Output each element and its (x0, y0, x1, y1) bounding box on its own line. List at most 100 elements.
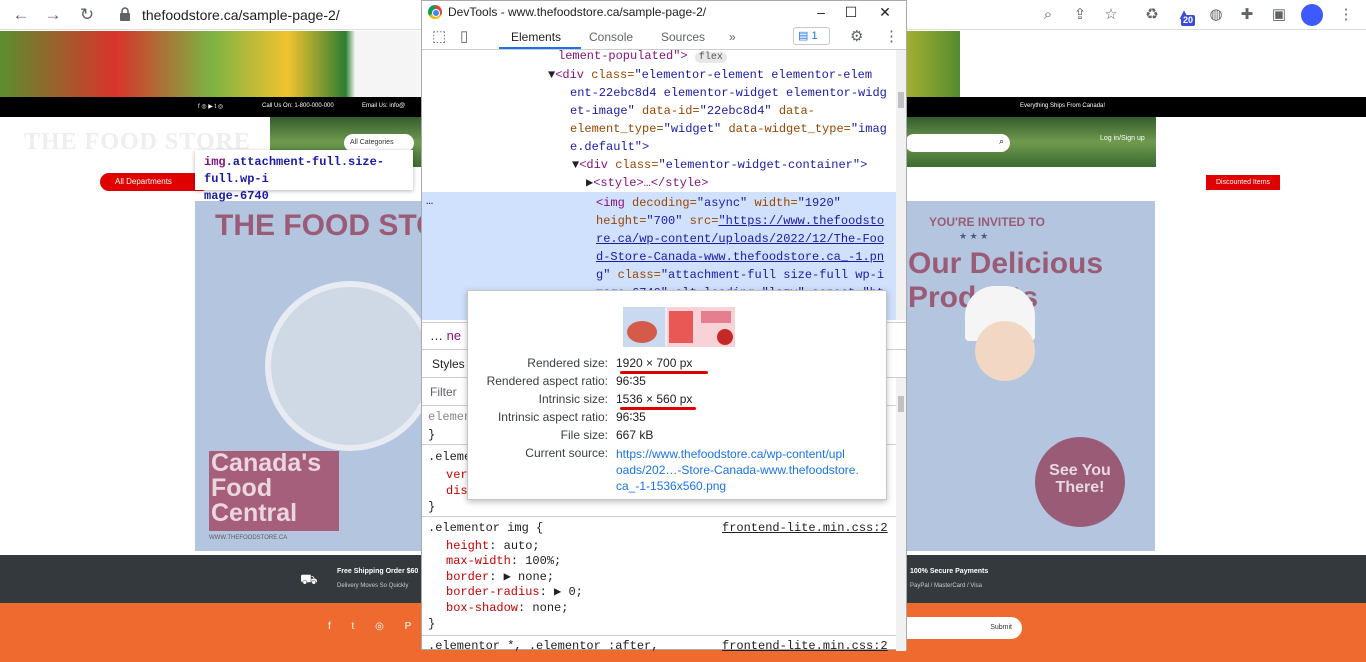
dom-attr[interactable]: class= (591, 68, 634, 82)
dom-src-link[interactable]: re.ca/wp-content/uploads/2022/12/The-Foo (596, 232, 884, 246)
style-rule-selector[interactable]: .elementor img { (428, 521, 543, 537)
style-rule-selector[interactable]: elemen (428, 410, 471, 426)
dom-src-link[interactable]: d-Store-Canada-www.thefoodstore.ca_-1.pn (596, 250, 884, 264)
current-source-line[interactable]: https://www.thefoodstore.ca/wp-content/u… (616, 446, 881, 462)
tab-console[interactable]: Console (589, 30, 633, 44)
menu-kebab-icon[interactable]: ⋮ (1336, 5, 1356, 25)
dom-attr-value[interactable]: et-image" (570, 104, 642, 118)
dom-attr-value[interactable]: "async" (697, 196, 755, 210)
style-prop[interactable]: dis (446, 484, 468, 500)
inspect-element-icon[interactable]: ⬚ (432, 27, 446, 45)
dom-attr[interactable]: data-id= (642, 104, 700, 118)
dom-attr-value[interactable]: "1920" (798, 196, 841, 210)
settings-gear-icon[interactable]: ⚙ (850, 27, 863, 45)
dom-attr-value[interactable]: e.default"> (570, 140, 649, 154)
dom-line[interactable]: <div (555, 68, 591, 82)
style-prop-value[interactable]: 100%; (525, 554, 561, 568)
dom-line[interactable]: <style>…</style> (593, 176, 708, 190)
style-prop-value[interactable]: ▶ none; (504, 570, 554, 584)
devtools-titlebar[interactable]: DevTools - www.thefoodstore.ca/sample-pa… (422, 1, 906, 23)
address-bar[interactable]: thefoodstore.ca/sample-page-2/ (142, 7, 340, 23)
dom-scrollbar[interactable] (896, 50, 906, 320)
dom-attr-value[interactable]: "22ebc8d4" (700, 104, 779, 118)
social-icons-small[interactable]: f ◎ ▶ t ◎ (198, 103, 223, 110)
style-prop-name[interactable]: box-shadow (446, 601, 518, 615)
tooltip-classes-cont: mage-6740 (204, 189, 269, 203)
style-prop-name[interactable]: border-radius (446, 585, 540, 599)
tab-styles[interactable]: Styles (422, 357, 465, 371)
style-prop-name[interactable]: border (446, 570, 489, 584)
site-search-input[interactable]: ⌕ (905, 134, 1010, 152)
dom-scroll-thumb[interactable] (898, 92, 904, 108)
tab-elements[interactable]: Elements (511, 30, 561, 44)
back-icon[interactable]: ← (10, 4, 32, 26)
current-source-link[interactable]: https://www.thefoodstore.ca/wp-content/u… (616, 446, 881, 494)
recycle-extension-icon[interactable]: ♻ (1142, 5, 1162, 25)
dom-attr[interactable]: class= (615, 158, 658, 172)
style-prop-name[interactable]: height (446, 539, 489, 553)
dom-line[interactable]: lement-populated"> (558, 50, 688, 63)
submit-button[interactable]: Submit (990, 624, 1012, 631)
style-prop[interactable]: ver (446, 468, 468, 484)
breadcrumb-item[interactable]: ne (447, 328, 461, 343)
dom-attr-value[interactable]: "widget" (664, 122, 729, 136)
dom-attr[interactable]: element_type= (570, 122, 664, 136)
dom-attr-value[interactable]: g" (596, 268, 618, 282)
dom-attr-value[interactable]: "attachment-full size-full wp-i (661, 268, 884, 282)
profile-avatar[interactable] (1301, 4, 1323, 26)
dom-attr[interactable]: class= (618, 268, 661, 282)
zoom-icon[interactable]: ⌕ (1038, 5, 1058, 25)
dom-attr[interactable]: src= (690, 214, 719, 228)
dom-line[interactable]: <div (579, 158, 615, 172)
dom-line[interactable]: <img (596, 196, 632, 210)
puzzle-extensions-icon[interactable]: ✚ (1237, 5, 1257, 25)
side-panel-icon[interactable]: ▣ (1269, 5, 1289, 25)
lock-icon[interactable] (118, 6, 132, 22)
tab-sources[interactable]: Sources (661, 30, 705, 44)
dom-attr-value[interactable]: "700" (646, 214, 689, 228)
current-source-line[interactable]: oads/202…-Store-Canada-www.thefoodstore. (616, 462, 881, 478)
style-rule-selector[interactable]: .eleme (428, 450, 471, 466)
current-source-line[interactable]: ca_-1-1536x560.png (616, 478, 881, 494)
reload-icon[interactable]: ↻ (76, 4, 98, 26)
login-link[interactable]: Log in/Sign up (1100, 135, 1145, 142)
dom-src-link[interactable]: "https://www.thefoodsto (718, 214, 884, 228)
dom-attr[interactable]: data-widget_type= (728, 122, 850, 136)
style-rule-selector[interactable]: .elementor *, .elementor :after, (428, 639, 658, 651)
styles-scrollbar[interactable] (896, 378, 906, 651)
dom-attr-value[interactable]: "elementor-element elementor-elem (634, 68, 872, 82)
forward-icon[interactable]: → (42, 4, 64, 26)
breadcrumb-overflow[interactable]: … (430, 328, 443, 343)
dom-attr-value[interactable]: ent-22ebc8d4 elementor-widget elementor-… (570, 86, 887, 100)
bookmark-star-icon[interactable]: ☆ (1101, 5, 1121, 25)
minimize-icon[interactable]: – (806, 1, 836, 23)
issues-button[interactable]: ▤ 1 (793, 27, 830, 45)
style-prop-value[interactable]: auto; (504, 539, 540, 553)
style-prop-value[interactable]: none; (532, 601, 568, 615)
search-icon[interactable]: ⌕ (999, 136, 1004, 147)
dom-attr[interactable]: width= (754, 196, 797, 210)
maximize-icon[interactable]: ☐ (836, 1, 866, 23)
style-source-link[interactable]: frontend-lite.min.css:2 (722, 521, 888, 537)
more-tabs-icon[interactable]: » (729, 30, 736, 44)
dom-attr-value[interactable]: "elementor-widget-container"> (658, 158, 867, 172)
all-departments-button[interactable]: All Departments (100, 173, 210, 191)
close-icon[interactable]: ✕ (870, 1, 900, 23)
style-prop-name[interactable]: max-width (446, 554, 511, 568)
dom-attr[interactable]: height= (596, 214, 646, 228)
discounted-items-button[interactable]: Discounted Items (1206, 175, 1280, 190)
dom-attr-value[interactable]: "imag (851, 122, 887, 136)
devtools-menu-icon[interactable]: ⋮ (884, 27, 899, 45)
dom-attr[interactable]: decoding= (632, 196, 697, 210)
topbar-email[interactable]: Email Us: info@ (362, 103, 405, 109)
globe-extension-icon[interactable]: ◍ (1206, 5, 1226, 25)
node-actions-dots[interactable]: … (426, 192, 433, 210)
flex-badge[interactable]: flex (694, 52, 727, 63)
share-icon[interactable]: ⇪ (1070, 5, 1090, 25)
style-source-link[interactable]: frontend-lite.min.css:2 (722, 639, 888, 651)
dom-attr[interactable]: data- (779, 104, 815, 118)
styles-scroll-thumb[interactable] (898, 396, 904, 412)
intrinsic-size-value: 1536 × 560 px (616, 392, 693, 406)
device-toolbar-icon[interactable]: ▯ (460, 27, 468, 45)
style-prop-value[interactable]: ▶ 0; (554, 585, 583, 599)
